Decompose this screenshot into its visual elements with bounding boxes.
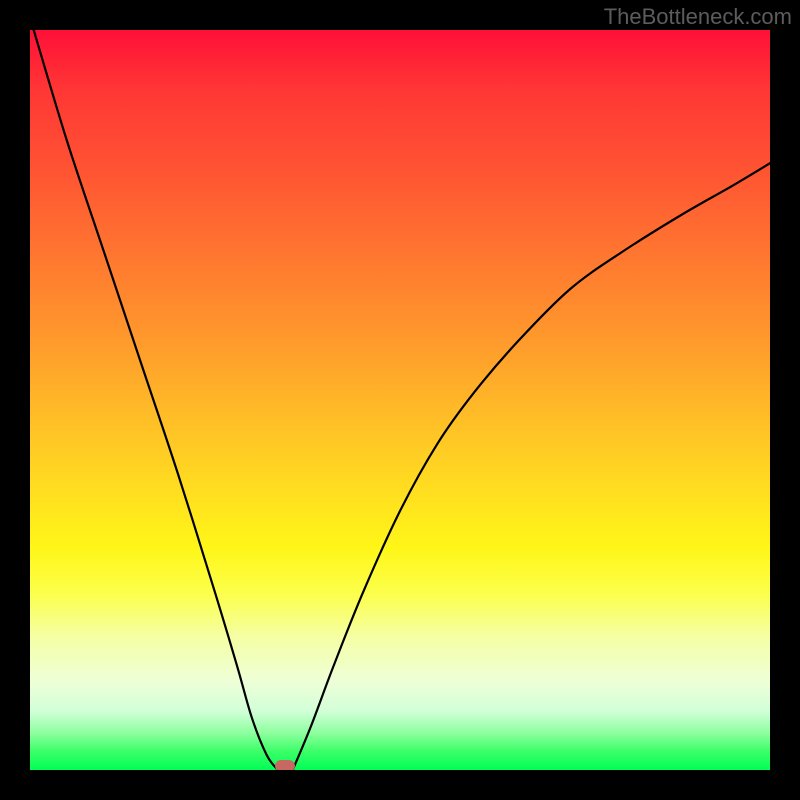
bottleneck-curve-left [34, 30, 278, 770]
bottleneck-curve-right [293, 163, 770, 770]
minimum-marker [275, 760, 295, 770]
watermark-text: TheBottleneck.com [604, 4, 792, 30]
plot-area [30, 30, 770, 770]
curve-svg [30, 30, 770, 770]
